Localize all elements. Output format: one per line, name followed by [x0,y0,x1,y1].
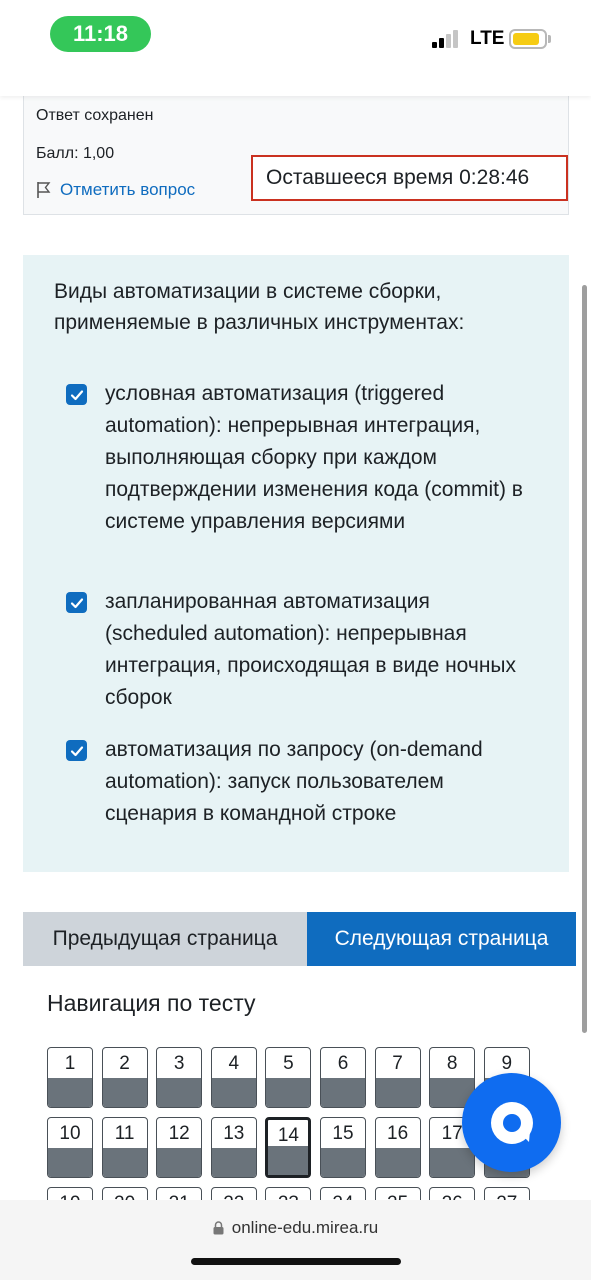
quiz-nav-number: 3 [173,1053,185,1074]
quiz-nav-number: 7 [392,1053,403,1074]
answered-indicator [157,1148,202,1177]
quiz-nav-button-2[interactable]: 2 [101,1047,148,1108]
battery-icon [509,29,547,49]
quiz-nav-number: 8 [446,1053,458,1074]
chat-button[interactable] [462,1073,561,1172]
quiz-nav-button-16[interactable]: 16 [374,1117,421,1178]
browser-bar: online-edu.mirea.ru [0,1200,591,1280]
quiz-nav-button-22[interactable]: 22 [210,1187,257,1200]
quiz-nav-number: 4 [228,1053,240,1074]
quiz-nav-button-1[interactable]: 1 [47,1047,93,1108]
answered-indicator [157,1078,202,1107]
time-remaining: Оставшееся время 0:28:46 [251,155,568,201]
quiz-nav-number: 11 [114,1123,135,1144]
quiz-nav-button-19[interactable]: 19 [47,1187,93,1200]
quiz-nav-button-27[interactable]: 27 [483,1187,530,1200]
quiz-nav-button-10[interactable]: 10 [47,1117,93,1178]
quiz-nav-number: 26 [430,1188,474,1200]
quiz-nav-button-13[interactable]: 13 [210,1117,257,1178]
quiz-nav-number: 12 [168,1123,190,1144]
signal-icon [432,28,464,48]
quiz-nav-button-20[interactable]: 20 [101,1187,148,1200]
quiz-nav-number: 23 [266,1188,310,1200]
quiz-nav-button-4[interactable]: 4 [210,1047,257,1108]
lock-icon [213,1221,224,1235]
quiz-nav-button-11[interactable]: 11 [101,1117,148,1178]
quiz-nav-button-7[interactable]: 7 [374,1047,421,1108]
quiz-nav-button-15[interactable]: 15 [320,1117,366,1178]
quiz-nav-number: 27 [485,1188,529,1200]
answered-indicator [211,1078,256,1107]
answered-indicator [48,1078,92,1107]
quiz-nav-button-21[interactable]: 21 [156,1187,203,1200]
quiz-nav-button-12[interactable]: 12 [156,1117,203,1178]
answered-indicator [375,1078,420,1107]
answered-indicator [266,1078,311,1107]
answered-indicator [321,1148,365,1177]
quiz-nav-number: 13 [223,1123,245,1144]
quiz-nav-button-6[interactable]: 6 [320,1047,366,1108]
quiz-nav-number: 25 [376,1188,420,1200]
answered-indicator [268,1146,309,1175]
quiz-nav-number: 15 [332,1123,354,1144]
quiz-nav-button-23[interactable]: 23 [265,1187,312,1200]
answered-indicator [321,1078,365,1107]
quiz-nav-number: 5 [283,1053,294,1074]
quiz-nav-number: 16 [387,1123,409,1144]
status-time: 11:18 [50,16,151,52]
quiz-nav-number: 2 [119,1053,130,1074]
quiz-nav-number: 22 [212,1188,256,1200]
answered-indicator [102,1148,147,1177]
quiz-nav-number: 6 [337,1053,349,1074]
quiz-nav-button-24[interactable]: 24 [320,1187,366,1200]
quiz-nav-number: 19 [48,1188,92,1200]
quiz-nav-number: 10 [59,1123,81,1144]
chat-icon [490,1101,533,1144]
url-text: online-edu.mirea.ru [231,1218,379,1237]
quiz-nav-number: 20 [103,1188,147,1200]
home-indicator[interactable] [191,1258,401,1265]
answered-indicator [430,1148,475,1177]
quiz-nav-button-3[interactable]: 3 [156,1047,203,1108]
quiz-nav-number: 24 [321,1188,365,1200]
quiz-nav-button-26[interactable]: 26 [429,1187,476,1200]
answered-indicator [102,1078,147,1107]
battery-tip [548,35,551,43]
quiz-nav-number: 1 [64,1053,76,1074]
quiz-nav-button-25[interactable]: 25 [374,1187,421,1200]
quiz-nav-button-5[interactable]: 5 [265,1047,312,1108]
answered-indicator [48,1148,92,1177]
address-bar[interactable]: online-edu.mirea.ru [0,1218,591,1238]
quiz-nav-number: 21 [157,1188,201,1200]
network-label: LTE [470,28,505,49]
status-bar: 11:18 LTE [0,0,591,96]
quiz-nav-button-14[interactable]: 14 [265,1117,312,1178]
answered-indicator [375,1148,420,1177]
answered-indicator [211,1148,256,1177]
